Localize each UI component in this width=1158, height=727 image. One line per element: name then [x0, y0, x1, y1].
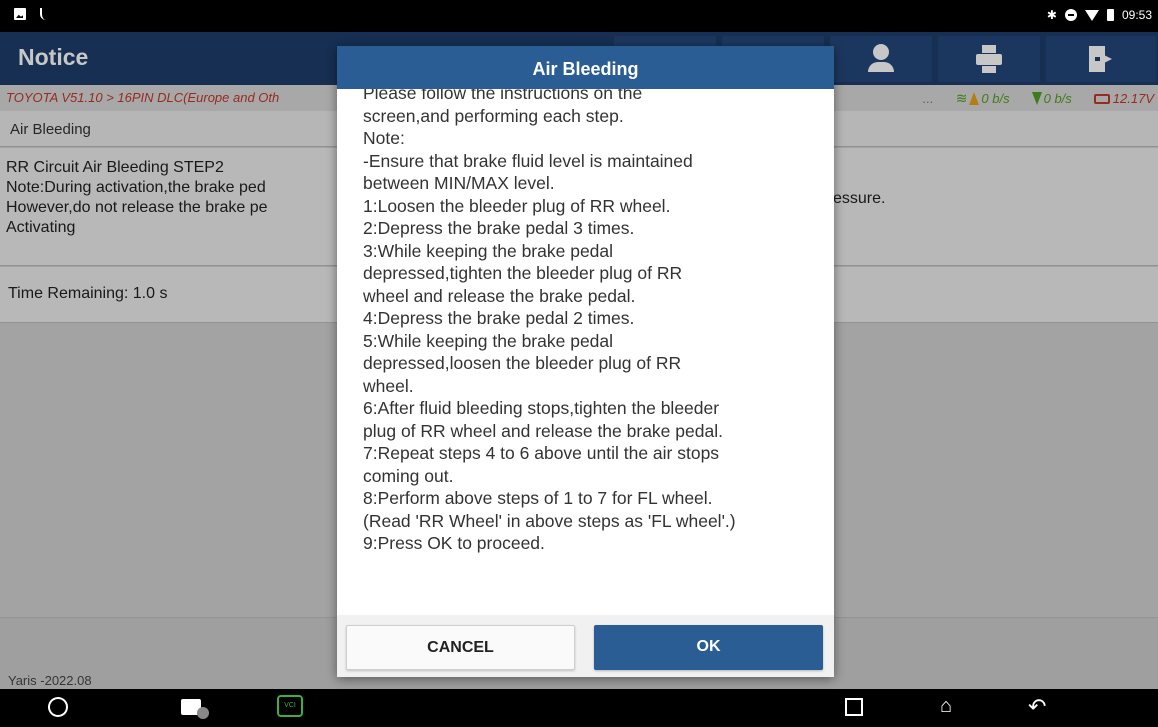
dialog-body[interactable]: Please follow the instructions on the scr… — [337, 89, 834, 615]
instruction-line: 1:Loosen the bleeder plug of RR wheel. — [363, 195, 671, 216]
bluetooth-icon: ✱ — [1046, 8, 1057, 22]
back-icon[interactable]: ↶ — [1028, 694, 1046, 720]
battery-icon — [1106, 9, 1114, 21]
browser-icon[interactable] — [44, 693, 72, 721]
air-bleeding-dialog: Air Bleeding Please follow the instructi… — [337, 46, 834, 677]
home-icon[interactable]: ⌂ — [940, 695, 952, 718]
instruction-line: depressed,tighten the bleeder plug of RR — [363, 263, 683, 283]
gallery-badge — [197, 707, 209, 719]
status-right-icons: ✱ 09:53 — [1047, 8, 1152, 22]
instruction-line: plug of RR wheel and release the brake p… — [363, 420, 723, 441]
instruction-line: 8:Perform above steps of 1 to 7 for FL w… — [363, 488, 713, 508]
instruction-line: 3:While keeping the brake pedal — [363, 240, 614, 261]
dialog-button-bar: CANCEL OK — [337, 615, 834, 677]
instruction-line: depressed,loosen the bleeder plug of RR — [363, 353, 682, 373]
instruction-line: Please follow the instructions on the — [363, 89, 643, 103]
cancel-button[interactable]: CANCEL — [346, 625, 575, 670]
instruction-line: screen,and performing each step. — [363, 105, 624, 126]
status-time: 09:53 — [1121, 8, 1152, 22]
instruction-line: wheel. — [363, 375, 414, 396]
instruction-line: 2:Depress the brake pedal 3 times. — [363, 218, 635, 238]
instruction-line: 7:Repeat steps 4 to 6 above until the ai… — [363, 443, 720, 463]
status-bar: ✱ 09:53 — [0, 0, 1158, 32]
system-nav-bar: VCI ⌂ ↶ — [0, 689, 1158, 727]
gallery-icon — [14, 8, 26, 20]
recent-apps-icon[interactable] — [845, 698, 863, 716]
instruction-line: 6:After fluid bleeding stops,tighten the… — [363, 398, 720, 418]
instruction-line: between MIN/MAX level. — [363, 173, 555, 193]
instruction-line: 9:Press OK to proceed. — [363, 533, 545, 553]
instruction-line: 4:Depress the brake pedal 2 times. — [363, 308, 635, 328]
ok-button[interactable]: OK — [594, 625, 823, 670]
instruction-line: 5:While keeping the brake pedal — [363, 330, 614, 351]
usb-icon — [40, 8, 50, 20]
wifi-icon — [1084, 9, 1099, 21]
vci-icon[interactable]: VCI — [277, 695, 303, 717]
dnd-icon — [1064, 9, 1077, 21]
instruction-line: wheel and release the brake pedal. — [363, 285, 636, 306]
status-left-icons — [14, 8, 50, 20]
dialog-instructions: Please follow the instructions on the scr… — [363, 89, 829, 555]
instruction-line: -Ensure that brake fluid level is mainta… — [363, 150, 693, 171]
dialog-title: Air Bleeding — [337, 46, 834, 89]
instruction-line: (Read 'RR Wheel' in above steps as 'FL w… — [363, 510, 736, 531]
instruction-line: coming out. — [363, 465, 454, 486]
instruction-line: Note: — [363, 128, 405, 148]
